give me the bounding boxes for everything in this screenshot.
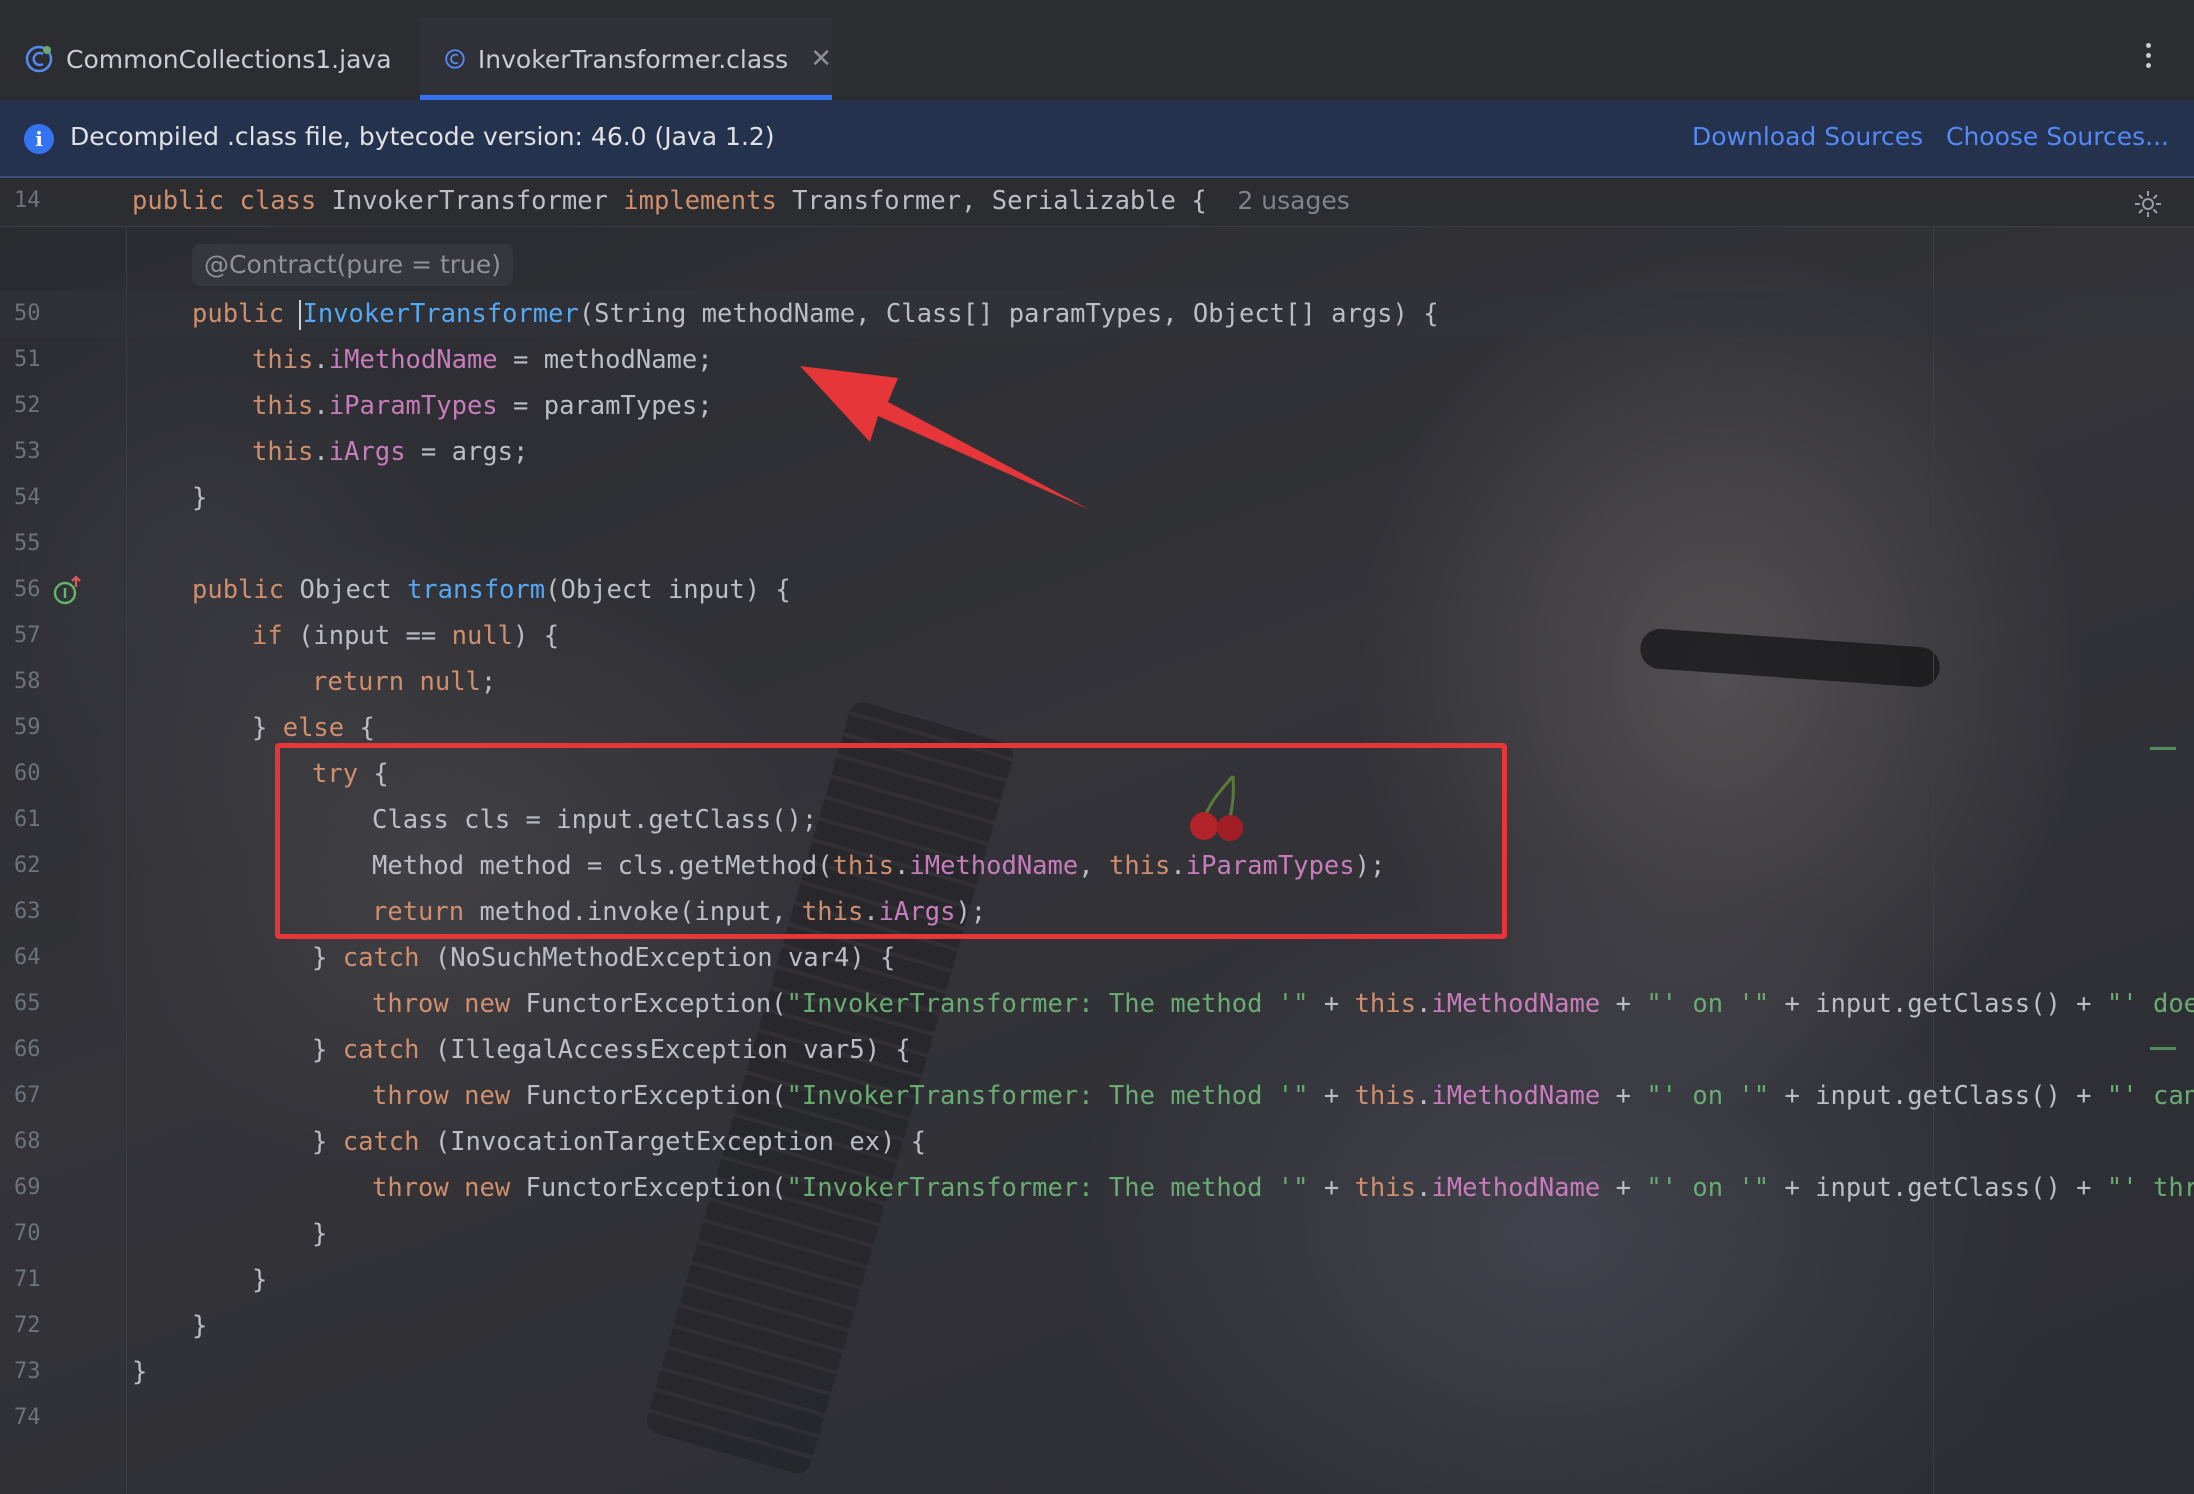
line-number: 57 xyxy=(14,623,41,648)
code-line-58[interactable]: 58 return null; xyxy=(0,659,2194,705)
code-line-73[interactable]: 73 } xyxy=(0,1349,2194,1395)
line-number: 52 xyxy=(14,393,41,418)
code-line-57[interactable]: 57 if (input == null) { xyxy=(0,613,2194,659)
line-number: 55 xyxy=(14,531,41,556)
class-icon xyxy=(445,49,465,69)
tab-commoncollections1[interactable]: CommonCollections1.java xyxy=(0,18,415,100)
info-icon: i xyxy=(24,124,54,154)
line-number: 72 xyxy=(14,1313,41,1338)
code-line-64[interactable]: 64 } catch (NoSuchMethodException var4) … xyxy=(0,935,2194,981)
line-number: 69 xyxy=(14,1175,41,1200)
line-number: 65 xyxy=(14,991,41,1016)
line-number: 51 xyxy=(14,347,41,372)
java-class-icon xyxy=(25,45,53,73)
line-number: 73 xyxy=(14,1359,41,1384)
code-line-66[interactable]: 66 } catch (IllegalAccessException var5)… xyxy=(0,1027,2194,1073)
inferred-annotation-hint[interactable]: @Contract(pure = true) xyxy=(192,244,514,286)
code-line[interactable]: public class InvokerTransformer implemen… xyxy=(132,178,1350,224)
tab-label: InvokerTransformer.class xyxy=(477,44,789,74)
line-number: 63 xyxy=(14,899,41,924)
code-line-68[interactable]: 68 } catch (InvocationTargetException ex… xyxy=(0,1119,2194,1165)
line-number: 67 xyxy=(14,1083,41,1108)
code-line-72[interactable]: 72 } xyxy=(0,1303,2194,1349)
line-number: 74 xyxy=(14,1405,41,1430)
line-number: 70 xyxy=(14,1221,41,1246)
line-number: 54 xyxy=(14,485,41,510)
more-vertical-icon[interactable] xyxy=(2138,38,2158,78)
annotation-arrow xyxy=(800,366,1090,510)
code-line-55[interactable]: 55 xyxy=(0,521,2194,567)
code-line-50[interactable]: 50 public InvokerTransformer(String meth… xyxy=(0,291,2194,337)
tab-invokertransformer[interactable]: InvokerTransformer.class ✕ xyxy=(420,18,832,100)
code-line-70[interactable]: 70 } xyxy=(0,1211,2194,1257)
line-number: 71 xyxy=(14,1267,41,1292)
code-line-71[interactable]: 71 } xyxy=(0,1257,2194,1303)
line-number: 14 xyxy=(14,188,41,213)
line-number: 66 xyxy=(14,1037,41,1062)
code-line-65[interactable]: 65 throw new FunctorException("InvokerTr… xyxy=(0,981,2194,1027)
line-number: 64 xyxy=(14,945,41,970)
usages-hint[interactable]: 2 usages xyxy=(1237,186,1349,215)
line-number: 61 xyxy=(14,807,41,832)
line-number: 68 xyxy=(14,1129,41,1154)
line-number: 50 xyxy=(14,301,41,326)
decompiled-notification-banner: i Decompiled .class file, bytecode versi… xyxy=(0,100,2194,178)
code-line-67[interactable]: 67 throw new FunctorException("InvokerTr… xyxy=(0,1073,2194,1119)
choose-sources-link[interactable]: Choose Sources... xyxy=(1946,122,2169,151)
line-number: 62 xyxy=(14,853,41,878)
highlight-box xyxy=(275,743,1507,939)
close-icon[interactable]: ✕ xyxy=(810,44,832,74)
editor-tab-bar: CommonCollections1.java InvokerTransform… xyxy=(0,18,2194,101)
code-line-74[interactable]: 74 xyxy=(0,1395,2194,1441)
gear-icon[interactable] xyxy=(2132,188,2164,220)
code-editor[interactable]: 14 public class InvokerTransformer imple… xyxy=(0,178,2194,1494)
download-sources-link[interactable]: Download Sources xyxy=(1692,122,1923,151)
code-line-56[interactable]: 56 public Object transform(Object input)… xyxy=(0,567,2194,613)
banner-message: Decompiled .class file, bytecode version… xyxy=(70,122,775,151)
line-number: 60 xyxy=(14,761,41,786)
override-method-icon[interactable] xyxy=(52,575,84,607)
line-number: 53 xyxy=(14,439,41,464)
line-number: 58 xyxy=(14,669,41,694)
sticky-class-header[interactable]: 14 public class InvokerTransformer imple… xyxy=(0,178,2194,227)
tab-label: CommonCollections1.java xyxy=(66,44,392,74)
code-line-69[interactable]: 69 throw new FunctorException("InvokerTr… xyxy=(0,1165,2194,1211)
window-top-strip xyxy=(0,0,2194,18)
line-number: 59 xyxy=(14,715,41,740)
